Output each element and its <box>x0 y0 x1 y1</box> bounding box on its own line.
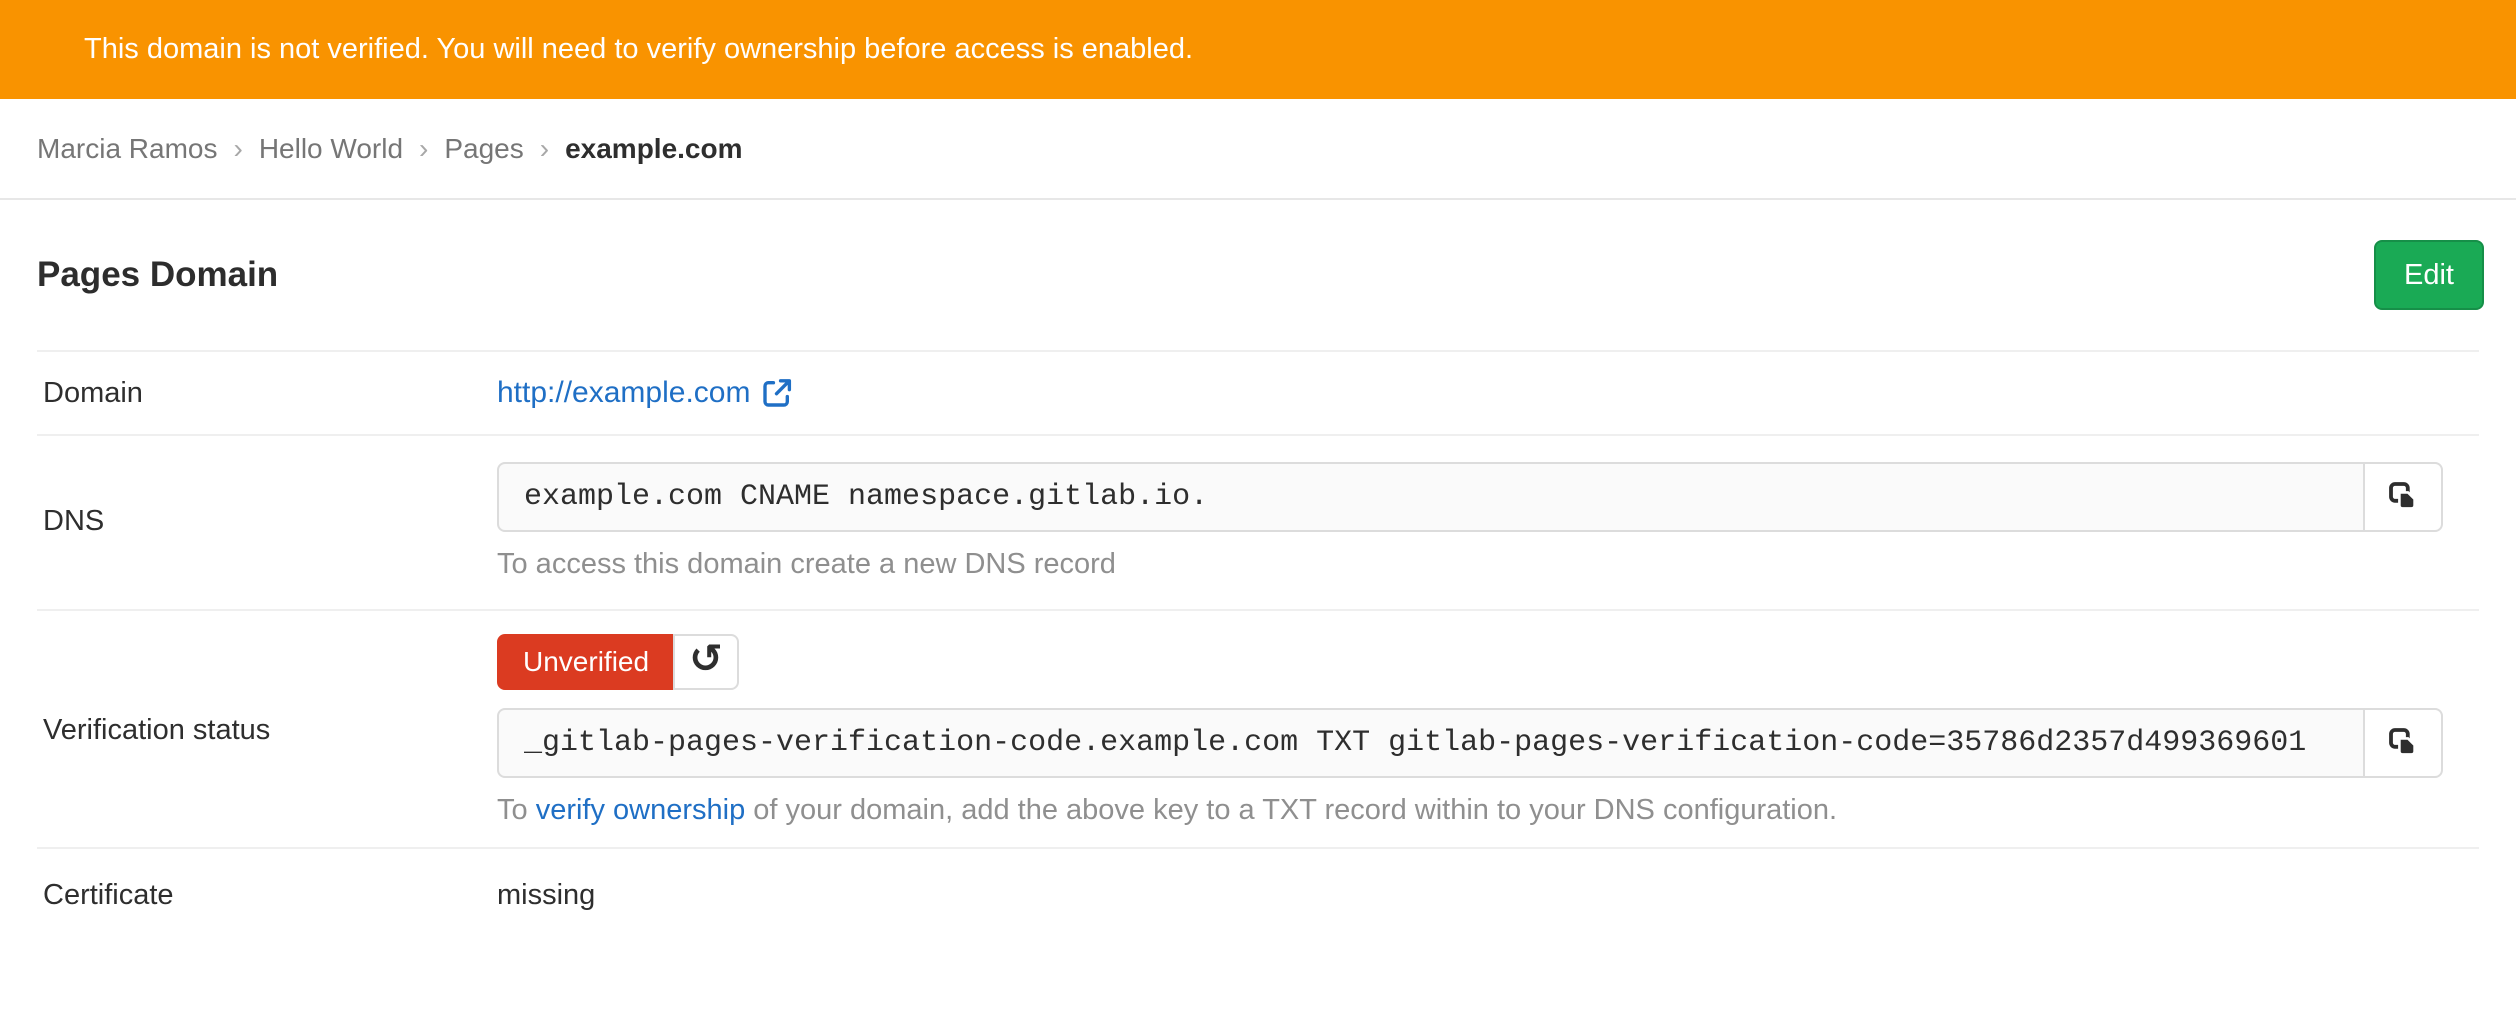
domain-link-text: http://example.com <box>497 376 750 410</box>
verification-status-group: Unverified ↺ <box>497 634 739 690</box>
breadcrumb-separator-icon: › <box>540 133 549 165</box>
breadcrumb-current: example.com <box>565 133 742 165</box>
domain-details-table: Domain http://example.com DNS <box>37 350 2479 956</box>
verification-record-input-group <box>497 708 2443 778</box>
copy-dns-record-button[interactable] <box>2363 462 2443 532</box>
breadcrumb-item-user[interactable]: Marcia Ramos <box>37 133 217 165</box>
page-header: Pages Domain Edit <box>0 200 2516 350</box>
edit-button[interactable]: Edit <box>2374 240 2484 310</box>
verification-helper-text: To verify ownership of your domain, add … <box>497 794 2479 827</box>
external-link-icon <box>762 378 792 408</box>
unverified-status-badge[interactable]: Unverified <box>497 634 675 690</box>
table-row-verification-status: Verification status Unverified ↺ <box>37 609 2479 847</box>
breadcrumb-item-project[interactable]: Hello World <box>259 133 403 165</box>
domain-row-label: Domain <box>37 376 497 410</box>
dns-helper-text: To access this domain create a new DNS r… <box>497 548 2479 581</box>
certificate-row-label: Certificate <box>37 879 497 912</box>
table-row-certificate: Certificate missing <box>37 847 2479 956</box>
table-row-dns: DNS To access this domain create a new D… <box>37 434 2479 609</box>
retry-icon: ↺ <box>689 639 723 679</box>
certificate-value: missing <box>497 879 595 912</box>
domain-link[interactable]: http://example.com <box>497 376 792 410</box>
copy-to-clipboard-icon <box>2387 726 2419 761</box>
copy-verification-record-button[interactable] <box>2363 708 2443 778</box>
copy-to-clipboard-icon <box>2387 480 2419 515</box>
verification-helper-prefix: To <box>497 794 536 826</box>
dns-record-input-group <box>497 462 2443 532</box>
warning-banner: This domain is not verified. You will ne… <box>0 0 2516 99</box>
breadcrumb-separator-icon: › <box>233 133 242 165</box>
breadcrumb-item-pages[interactable]: Pages <box>444 133 523 165</box>
dns-row-label: DNS <box>37 462 497 581</box>
retry-verification-button[interactable]: ↺ <box>673 634 739 690</box>
page-title: Pages Domain <box>37 255 278 295</box>
verification-record-input[interactable] <box>497 708 2365 778</box>
verification-row-label: Verification status <box>37 634 497 827</box>
verification-helper-suffix: of your domain, add the above key to a T… <box>745 794 1837 826</box>
table-row-domain: Domain http://example.com <box>37 350 2479 434</box>
verify-ownership-link[interactable]: verify ownership <box>536 794 746 826</box>
breadcrumb-separator-icon: › <box>419 133 428 165</box>
breadcrumb: Marcia Ramos › Hello World › Pages › exa… <box>0 99 2516 200</box>
dns-record-input[interactable] <box>497 462 2365 532</box>
warning-banner-text: This domain is not verified. You will ne… <box>84 33 1193 66</box>
